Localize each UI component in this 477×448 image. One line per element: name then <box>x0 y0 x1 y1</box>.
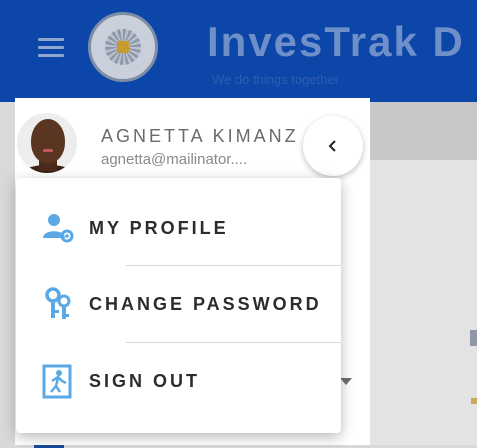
chevron-left-icon <box>328 140 336 152</box>
app-tagline: We do things together <box>212 72 339 87</box>
user-menu: MY PROFILE CHANGE PASSWORD SIGN OUT <box>16 178 341 433</box>
menu-item-label: CHANGE PASSWORD <box>89 293 322 314</box>
keys-icon <box>40 286 76 322</box>
app-header: InvesTrak D We do things together <box>0 0 477 102</box>
dropdown-arrow-icon[interactable] <box>340 378 352 385</box>
app-title: InvesTrak D <box>207 18 465 65</box>
avatar[interactable] <box>17 113 77 173</box>
menu-item-change-password[interactable]: CHANGE PASSWORD <box>16 266 341 342</box>
app-logo <box>88 12 158 82</box>
menu-item-my-profile[interactable]: MY PROFILE <box>16 190 341 266</box>
page-content-fragment <box>470 330 477 346</box>
menu-item-sign-out[interactable]: SIGN OUT <box>16 343 341 419</box>
menu-item-label: SIGN OUT <box>89 370 201 391</box>
user-email: agnetta@mailinator.... <box>101 151 248 168</box>
page-toolbar <box>368 102 477 160</box>
menu-item-label: MY PROFILE <box>89 217 229 238</box>
page-content <box>368 160 477 445</box>
user-name: AGNETTA KIMANZ <box>101 126 299 146</box>
exit-door-icon <box>40 363 76 399</box>
page-content-fragment <box>471 398 477 404</box>
menu-icon[interactable] <box>38 38 64 58</box>
collapse-drawer-button[interactable] <box>303 116 363 176</box>
user-settings-icon <box>40 210 76 246</box>
